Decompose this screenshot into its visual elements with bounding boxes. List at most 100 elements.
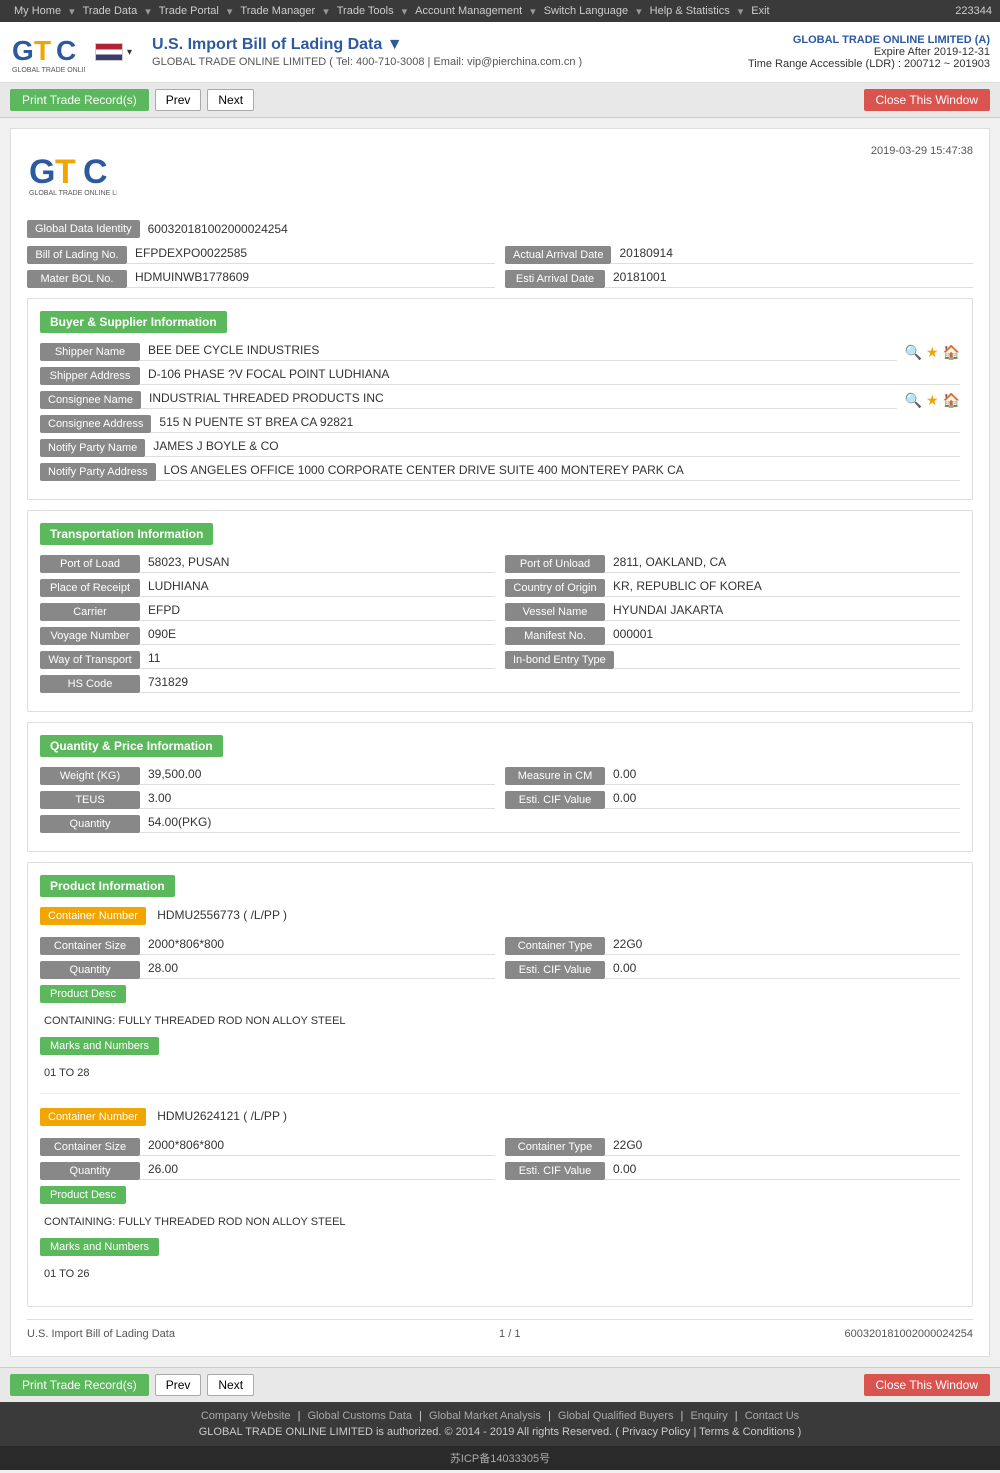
gtc-logo-svg: G T C GLOBAL TRADE ONLINE LIMITED: [10, 28, 85, 76]
country-origin-label: Country of Origin: [505, 579, 605, 597]
prev-button-top[interactable]: Prev: [155, 89, 202, 111]
esti-arrival-value: 20181001: [605, 270, 973, 288]
document-card: G T C GLOBAL TRADE ONLINE LIMITED 2019-0…: [10, 128, 990, 1357]
nav-my-home[interactable]: My Home: [8, 3, 67, 19]
carrier-label: Carrier: [40, 603, 140, 621]
container-1-product-desc-text: CONTAINING: FULLY THREADED ROD NON ALLOY…: [40, 1011, 960, 1031]
port-unload-field: Port of Unload 2811, OAKLAND, CA: [505, 555, 960, 573]
shipper-search-icon[interactable]: 🔍: [905, 344, 922, 361]
nav-exit[interactable]: Exit: [745, 3, 775, 19]
nav-trade-portal[interactable]: Trade Portal: [153, 3, 225, 19]
container-1-number-label: Container Number: [40, 907, 146, 925]
nav-trade-data[interactable]: Trade Data: [77, 3, 144, 19]
shipper-address-value: D-106 PHASE ?V FOCAL POINT LUDHIANA: [140, 367, 960, 385]
footer-link-buyers[interactable]: Global Qualified Buyers: [558, 1410, 674, 1422]
place-receipt-label: Place of Receipt: [40, 579, 140, 597]
notify-party-address-value: LOS ANGELES OFFICE 1000 CORPORATE CENTER…: [156, 463, 960, 481]
master-bol-value: HDMUINWB1778609: [127, 270, 495, 288]
footer-link-enquiry[interactable]: Enquiry: [690, 1410, 727, 1422]
master-bol-field: Mater BOL No. HDMUINWB1778609: [27, 270, 495, 288]
print-button-bottom[interactable]: Print Trade Record(s): [10, 1374, 149, 1396]
footer-icp: 苏ICP备14033305号: [0, 1446, 1000, 1470]
next-button-bottom[interactable]: Next: [207, 1374, 254, 1396]
nav-account-management[interactable]: Account Management: [409, 3, 528, 19]
svg-text:G: G: [12, 35, 34, 66]
nav-help-statistics[interactable]: Help & Statistics: [644, 3, 736, 19]
container-2-cif-label: Esti. CIF Value: [505, 1162, 605, 1180]
doc-footer-left: U.S. Import Bill of Lading Data: [27, 1328, 175, 1340]
container-2-qty-cif-row: Quantity 26.00 Esti. CIF Value 0.00: [40, 1162, 960, 1180]
nav-trade-manager[interactable]: Trade Manager: [234, 3, 321, 19]
actual-arrival-value: 20180914: [611, 246, 973, 264]
port-load-label: Port of Load: [40, 555, 140, 573]
doc-logo-svg: G T C GLOBAL TRADE ONLINE LIMITED: [27, 145, 117, 200]
close-button-top[interactable]: Close This Window: [864, 89, 990, 111]
flag-dropdown-icon[interactable]: ▾: [127, 47, 132, 58]
footer-link-market[interactable]: Global Market Analysis: [429, 1410, 541, 1422]
footer-links: Company Website | Global Customs Data | …: [8, 1410, 992, 1422]
hs-code-value: 731829: [140, 675, 960, 693]
time-range: Time Range Accessible (LDR) : 200712 ~ 2…: [748, 58, 990, 70]
manifest-label: Manifest No.: [505, 627, 605, 645]
consignee-home-icon[interactable]: 🏠: [943, 392, 960, 409]
consignee-name-value: INDUSTRIAL THREADED PRODUCTS INC: [141, 391, 897, 409]
prev-button-bottom[interactable]: Prev: [155, 1374, 202, 1396]
shipper-address-label: Shipper Address: [40, 367, 140, 385]
svg-text:G: G: [29, 153, 55, 191]
flag-area[interactable]: ▾: [95, 43, 132, 61]
shipper-home-icon[interactable]: 🏠: [943, 344, 960, 361]
svg-text:T: T: [55, 153, 76, 191]
place-receipt-value: LUDHIANA: [140, 579, 495, 597]
container-1-number-value: HDMU2556773 ( /L/PP ): [149, 908, 287, 922]
next-button-top[interactable]: Next: [207, 89, 254, 111]
print-button-top[interactable]: Print Trade Record(s): [10, 89, 149, 111]
container-1-qty-field: Quantity 28.00: [40, 961, 495, 979]
close-button-bottom[interactable]: Close This Window: [864, 1374, 990, 1396]
footer-link-contact[interactable]: Contact Us: [745, 1410, 799, 1422]
nav-trade-tools[interactable]: Trade Tools: [331, 3, 400, 19]
svg-text:GLOBAL TRADE ONLINE LIMITED: GLOBAL TRADE ONLINE LIMITED: [12, 67, 85, 74]
shipper-name-row: Shipper Name BEE DEE CYCLE INDUSTRIES 🔍 …: [40, 343, 960, 361]
container-2-product-desc-button[interactable]: Product Desc: [40, 1186, 126, 1204]
vessel-value: HYUNDAI JAKARTA: [605, 603, 960, 621]
shipper-star-icon[interactable]: ★: [926, 344, 939, 361]
consignee-search-icon[interactable]: 🔍: [905, 392, 922, 409]
teus-field: TEUS 3.00: [40, 791, 495, 809]
container-2-cif-field: Esti. CIF Value 0.00: [505, 1162, 960, 1180]
bol-label: Bill of Lading No.: [27, 246, 127, 264]
site-footer: Company Website | Global Customs Data | …: [0, 1402, 1000, 1446]
consignee-address-label: Consignee Address: [40, 415, 151, 433]
account-info: GLOBAL TRADE ONLINE LIMITED (A) Expire A…: [748, 34, 990, 70]
quantity-value: 54.00(PKG): [140, 815, 960, 833]
footer-link-customs[interactable]: Global Customs Data: [308, 1410, 413, 1422]
container-2-marks-button[interactable]: Marks and Numbers: [40, 1238, 159, 1256]
product-info-section: Product Information Container Number HDM…: [27, 862, 973, 1307]
hs-code-label: HS Code: [40, 675, 140, 693]
teus-label: TEUS: [40, 791, 140, 809]
logo-area: G T C GLOBAL TRADE ONLINE LIMITED: [10, 28, 85, 76]
port-load-value: 58023, PUSAN: [140, 555, 495, 573]
container-1-marks-button[interactable]: Marks and Numbers: [40, 1037, 159, 1055]
vessel-label: Vessel Name: [505, 603, 605, 621]
container-1-size-type-row: Container Size 2000*806*800 Container Ty…: [40, 937, 960, 955]
container-2-section: Container Number HDMU2624121 ( /L/PP ) C…: [40, 1108, 960, 1294]
measure-field: Measure in CM 0.00: [505, 767, 960, 785]
footer-link-company[interactable]: Company Website: [201, 1410, 291, 1422]
consignee-icons: 🔍 ★ 🏠: [905, 392, 960, 409]
nav-switch-language[interactable]: Switch Language: [538, 3, 634, 19]
container-2-size-value: 2000*806*800: [140, 1138, 495, 1156]
buyer-supplier-header: Buyer & Supplier Information: [40, 311, 227, 333]
teus-value: 3.00: [140, 791, 495, 809]
port-row: Port of Load 58023, PUSAN Port of Unload…: [40, 555, 960, 573]
place-receipt-field: Place of Receipt LUDHIANA: [40, 579, 495, 597]
consignee-star-icon[interactable]: ★: [926, 392, 939, 409]
global-data-identity-row: Global Data Identity 6003201810020000242…: [27, 220, 973, 238]
container-1-product-desc-button[interactable]: Product Desc: [40, 985, 126, 1003]
shipper-icons: 🔍 ★ 🏠: [905, 344, 960, 361]
transportation-section: Transportation Information Port of Load …: [27, 510, 973, 712]
esti-cif-label: Esti. CIF Value: [505, 791, 605, 809]
header-title-area: U.S. Import Bill of Lading Data ▼ GLOBAL…: [142, 36, 738, 68]
actual-arrival-label: Actual Arrival Date: [505, 246, 611, 264]
main-content: G T C GLOBAL TRADE ONLINE LIMITED 2019-0…: [0, 118, 1000, 1367]
container-1-size-label: Container Size: [40, 937, 140, 955]
